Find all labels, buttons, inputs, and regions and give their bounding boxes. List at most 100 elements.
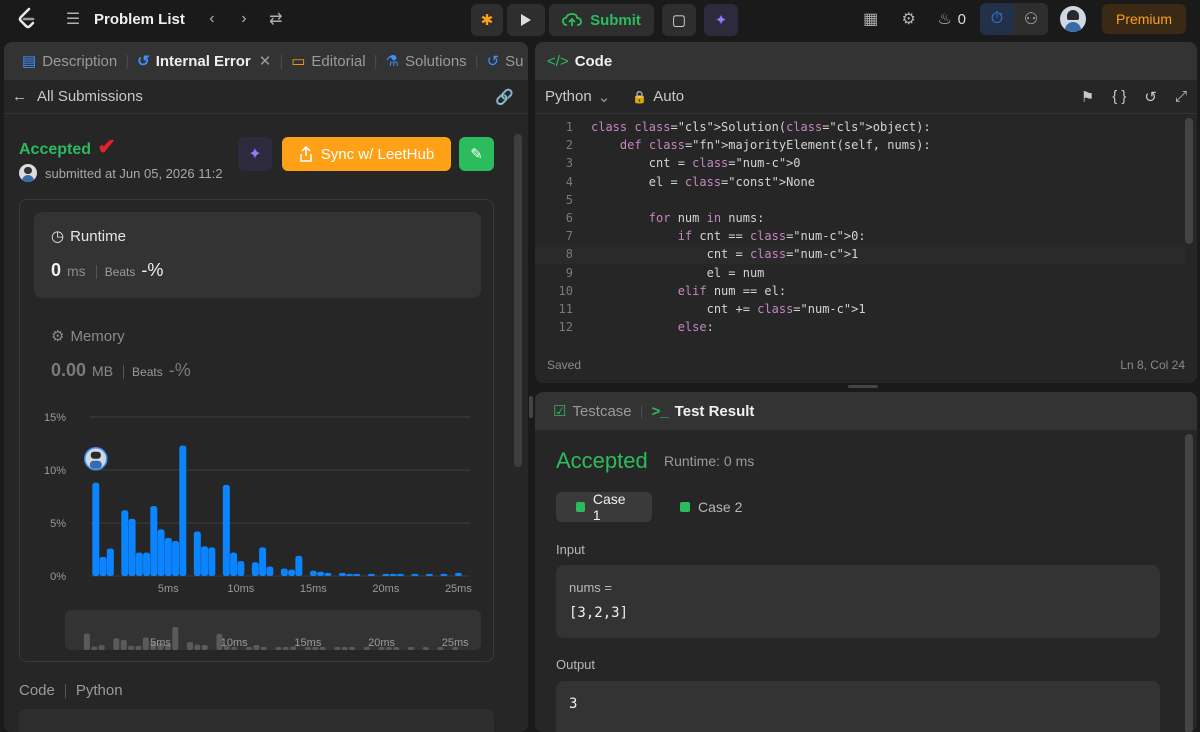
distribution-bar[interactable] [317, 571, 325, 576]
distribution-bar[interactable] [324, 572, 332, 576]
distribution-bar[interactable] [280, 568, 288, 576]
distribution-bar[interactable] [259, 547, 267, 576]
bookmark-icon[interactable]: ⚑ [1081, 88, 1094, 106]
distribution-bar[interactable] [288, 569, 296, 576]
distribution-bar[interactable] [338, 572, 346, 576]
distribution-bar[interactable] [425, 573, 433, 576]
tab-solutions[interactable]: ⚗ Solutions [380, 52, 473, 71]
edit-note-button[interactable]: ✎ [459, 137, 494, 171]
distribution-bar[interactable] [353, 573, 361, 576]
code-line[interactable]: 9 el = num [535, 264, 1185, 282]
link-icon[interactable]: 🔗 [495, 88, 514, 106]
auto-toggle[interactable]: Auto [653, 88, 684, 105]
tab-internal-error[interactable]: ↺ Internal Error ✕ [131, 52, 277, 71]
problem-list-icon[interactable]: ☰ [62, 9, 84, 29]
notes-icon[interactable]: ▢ [662, 4, 696, 36]
chart-overview-strip[interactable] [65, 610, 481, 650]
reset-icon[interactable]: ↺ [1144, 88, 1157, 106]
distribution-bar[interactable] [121, 510, 129, 576]
case-2-tab[interactable]: Case 2 [660, 492, 762, 522]
distribution-bar[interactable] [382, 573, 390, 576]
debug-icon[interactable]: ✱ [471, 4, 503, 36]
distribution-bar[interactable] [179, 445, 187, 576]
format-braces-icon[interactable]: { } [1112, 88, 1126, 106]
distribution-bar[interactable] [128, 518, 136, 576]
premium-button[interactable]: Premium [1101, 4, 1186, 34]
distribution-bar[interactable] [266, 566, 274, 576]
tab-editorial[interactable]: ▭ Editorial [285, 52, 371, 71]
x-tick-label: 25ms [445, 583, 472, 595]
shuffle-icon[interactable]: ⇄ [265, 9, 287, 29]
timer-icon[interactable]: ⏱ [979, 3, 1014, 35]
editor-scrollbar-thumb[interactable] [1185, 118, 1193, 244]
tab-test-result[interactable]: >_ Test Result [646, 403, 761, 420]
code-editor[interactable]: 1 class class="cls">Solution(class="cls">… [535, 118, 1185, 336]
runtime-distribution-chart[interactable]: 15% 10% 5% 0% 5ms 10ms 15ms 20ms 25ms 5ms 10ms 15ms… [20, 200, 520, 670]
tab-submissions[interactable]: ↺ Su [481, 52, 528, 71]
case-1-tab[interactable]: Case 1 [556, 491, 652, 523]
distribution-bar[interactable] [309, 570, 317, 576]
panel-resize-handle-h[interactable] [848, 385, 878, 388]
streak-flame-icon[interactable]: ♨ [934, 9, 956, 29]
distribution-bar[interactable] [411, 573, 419, 576]
code-line[interactable]: 1 class class="cls">Solution(class="cls">… [535, 118, 1185, 136]
distribution-bar[interactable] [172, 541, 180, 576]
settings-gear-icon[interactable]: ⚙ [898, 9, 920, 29]
distribution-bar[interactable] [251, 562, 259, 576]
tab-testcase[interactable]: ☑ Testcase [547, 402, 638, 421]
run-button[interactable] [507, 4, 545, 36]
distribution-bar[interactable] [150, 506, 158, 576]
distribution-bar[interactable] [396, 573, 404, 576]
left-scrollbar-thumb[interactable] [514, 134, 522, 467]
distribution-bar[interactable] [99, 556, 107, 576]
code-line[interactable]: 6 for num in nums: [535, 209, 1185, 227]
distribution-bar[interactable] [230, 552, 238, 576]
code-line[interactable]: 5 [535, 191, 1185, 209]
distribution-bar[interactable] [295, 555, 303, 576]
submit-button[interactable]: Submit [549, 4, 654, 36]
code-line[interactable]: 2 def class="fn">majorityElement(self, n… [535, 136, 1185, 154]
code-line[interactable]: 3 cnt = class="num-c">0 [535, 154, 1185, 172]
leetcode-logo-icon[interactable] [14, 6, 40, 32]
distribution-bar[interactable] [157, 529, 165, 576]
close-tab-icon[interactable]: ✕ [259, 52, 272, 70]
ai-sparkle-icon[interactable]: ✦ [704, 4, 738, 36]
sync-leethub-button[interactable]: Sync w/ LeetHub [282, 137, 451, 171]
code-line[interactable]: 10 elif num == el: [535, 282, 1185, 300]
distribution-bar[interactable] [106, 548, 114, 576]
distribution-bar[interactable] [135, 552, 143, 576]
language-select[interactable]: Python ⌄ [545, 88, 610, 106]
code-line[interactable]: 8 cnt = class="num-c">1 [535, 245, 1185, 264]
add-friend-icon[interactable]: ⚇ [1014, 9, 1048, 29]
fullscreen-icon[interactable]: ⤢ [1175, 88, 1187, 106]
distribution-bar[interactable] [454, 572, 462, 576]
code-line[interactable]: 7 if cnt == class="num-c">0: [535, 227, 1185, 245]
distribution-bar[interactable] [92, 482, 100, 576]
distribution-bar[interactable] [201, 546, 209, 576]
back-arrow-icon[interactable]: ← [12, 88, 27, 105]
distribution-bar[interactable] [143, 552, 151, 576]
distribution-bar[interactable] [389, 573, 397, 576]
code-line[interactable]: 12 else: [535, 318, 1185, 336]
distribution-bar[interactable] [208, 547, 216, 576]
distribution-bar[interactable] [367, 573, 375, 576]
ai-analyze-button[interactable]: ✦ [238, 137, 272, 171]
distribution-bar[interactable] [222, 484, 230, 576]
user-avatar[interactable] [1059, 6, 1086, 32]
distribution-bar[interactable] [164, 537, 172, 576]
code-line[interactable]: 11 cnt += class="num-c">1 [535, 300, 1185, 318]
layout-grid-icon[interactable]: ▦ [860, 9, 882, 29]
next-problem-icon[interactable]: › [233, 10, 255, 28]
play-icon [521, 14, 531, 26]
distribution-bar[interactable] [440, 573, 448, 576]
result-scrollbar-thumb[interactable] [1185, 434, 1193, 732]
prev-problem-icon[interactable]: ‹ [201, 10, 223, 28]
distribution-bar[interactable] [193, 531, 201, 576]
distribution-bar[interactable] [237, 561, 245, 576]
tab-description[interactable]: ▤ Description [16, 52, 123, 71]
code-line[interactable]: 4 el = class="const">None [535, 173, 1185, 191]
all-submissions-link[interactable]: All Submissions [37, 88, 143, 105]
distribution-bar[interactable] [346, 573, 354, 576]
problem-list-link[interactable]: Problem List [94, 11, 185, 28]
panel-resize-handle[interactable] [529, 396, 533, 418]
